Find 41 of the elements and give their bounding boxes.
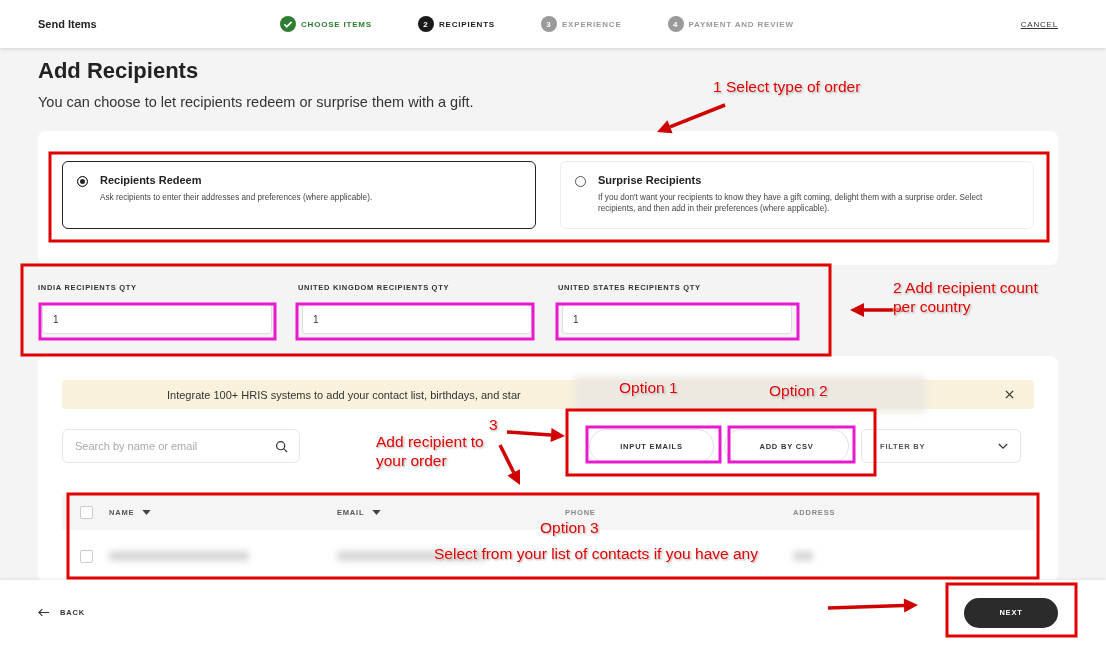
option-title: Recipients Redeem	[100, 174, 203, 186]
step-number: 4	[667, 16, 684, 32]
step-item[interactable]: 2 RECIPIENTS	[417, 16, 495, 32]
step-number: 3	[540, 16, 557, 32]
annotation-arrow	[506, 428, 565, 442]
step-item[interactable]: CHOOSE ITEMS	[280, 16, 372, 32]
sort-caret-icon[interactable]	[142, 510, 152, 515]
annotation-label: Option 2	[769, 382, 829, 401]
chevron-icon	[998, 442, 1008, 450]
banner-text: Integrate 100+ HRIS systems to add your contact list, birthdays, and star	[167, 388, 521, 401]
annotation-label: 2 Add recipient count per country	[893, 279, 1039, 317]
checkbox[interactable]	[80, 549, 93, 563]
page-title: Add Recipients	[38, 58, 199, 84]
search-field[interactable]: Search by name or email	[62, 429, 300, 463]
app-title: Send Items	[38, 18, 98, 30]
annotation-label: 3	[489, 416, 499, 435]
quantity-field[interactable]: 1	[302, 304, 532, 334]
annotation-label: Option 1	[619, 379, 679, 398]
annotation-label: Add recipient to your order	[376, 433, 485, 471]
quantity-field[interactable]: 1	[562, 304, 792, 334]
annotation-label: 1 Select type of order	[713, 78, 862, 97]
page-subtitle: You can choose to let recipients redeem or surprise them with a gift.	[38, 94, 474, 110]
annotation-label: Option 3	[540, 519, 600, 538]
cancel-link[interactable]: CANCEL	[1020, 19, 1058, 29]
arrow-left-icon	[38, 608, 50, 617]
order-type-option[interactable]: Recipients Redeem Ask recipients to enter their addresses and preferences (where applicable).	[62, 161, 536, 229]
option-title: Surprise Recipients	[598, 174, 703, 186]
close-icon[interactable]	[1005, 390, 1014, 399]
checkbox[interactable]	[80, 506, 93, 519]
order-type-option[interactable]: Surprise Recipients If you don't want your recipients to know they have a gift coming, delight them with a surprise order. Select recipients, and then add in their preferences (where applicable).	[560, 161, 1034, 229]
step-number: 2	[417, 16, 434, 32]
annotation-arrow	[657, 103, 726, 134]
quantity-field[interactable]: 1	[42, 304, 272, 334]
search-icon	[275, 440, 288, 453]
radio-button[interactable]	[77, 176, 88, 187]
option-description: Ask recipients to enter their addresses and preferences (where applicable).	[100, 192, 373, 204]
annotation-arrow	[498, 444, 520, 485]
blurred-text	[793, 551, 813, 561]
sort-caret-icon[interactable]	[372, 510, 382, 515]
annotation-label: Select from your list of contacts if you have any	[434, 545, 759, 564]
option-description: If you don't want your recipients to know they have a gift coming, delight them with a surprise order. Select recipients, and then add in their preferences (where applicable).	[598, 192, 984, 215]
